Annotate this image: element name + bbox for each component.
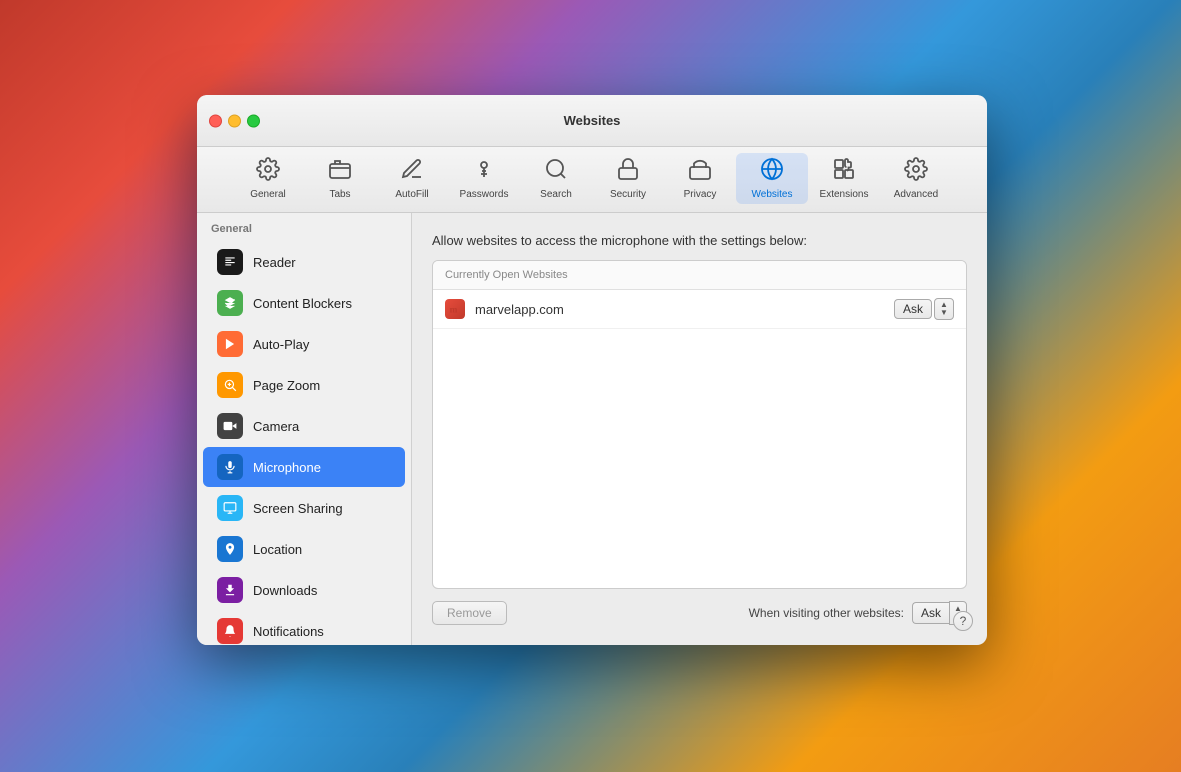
pagezoom-icon (217, 372, 243, 398)
screensharing-icon (217, 495, 243, 521)
website-row[interactable]: m marvelapp.com Ask ▲▼ (433, 290, 966, 329)
sidebar-item-camera[interactable]: Camera (203, 406, 405, 446)
toolbar-label-extensions: Extensions (820, 189, 869, 200)
toolbar-label-search: Search (540, 189, 572, 200)
sidebar-item-label-reader: Reader (253, 255, 296, 270)
microphone-icon (217, 454, 243, 480)
sidebar-item-content-blockers[interactable]: Content Blockers (203, 283, 405, 323)
toolbar-label-passwords: Passwords (460, 189, 509, 200)
main-panel: Allow websites to access the microphone … (412, 213, 987, 645)
websites-box-header: Currently Open Websites (433, 261, 966, 290)
website-ask-value[interactable]: Ask (894, 299, 932, 319)
location-icon (217, 536, 243, 562)
websites-icon (760, 157, 784, 185)
when-visiting-label: When visiting other websites: (749, 606, 904, 620)
sidebar-item-label-auto-play: Auto-Play (253, 337, 309, 352)
website-name: marvelapp.com (475, 302, 884, 317)
main-description: Allow websites to access the microphone … (432, 233, 967, 248)
toolbar-label-tabs: Tabs (329, 189, 350, 200)
website-ask-arrows[interactable]: ▲▼ (934, 298, 954, 320)
website-favicon: m (445, 299, 465, 319)
notifications-icon (217, 618, 243, 644)
sidebar-item-label-microphone: Microphone (253, 460, 321, 475)
sidebar-item-label-notifications: Notifications (253, 624, 324, 639)
svg-text:m: m (450, 305, 458, 315)
when-visiting-value[interactable]: Ask (912, 602, 949, 624)
toolbar-label-advanced: Advanced (894, 189, 938, 200)
tabs-icon (328, 157, 352, 185)
toolbar-label-websites: Websites (752, 189, 793, 200)
autofill-icon (400, 157, 424, 185)
window-title: Websites (564, 113, 621, 128)
toolbar-label-security: Security (610, 189, 646, 200)
close-button[interactable] (209, 114, 222, 127)
sidebar-item-screen-sharing[interactable]: Screen Sharing (203, 488, 405, 528)
sidebar: General Reader Content Blockers (197, 213, 412, 645)
extensions-icon (832, 157, 856, 185)
security-icon (616, 157, 640, 185)
when-visiting-section: When visiting other websites: Ask ▲▼ (749, 601, 967, 625)
toolbar-label-privacy: Privacy (684, 189, 717, 200)
websites-box: Currently Open Websites m marvelapp.com … (432, 260, 967, 589)
sidebar-item-page-zoom[interactable]: Page Zoom (203, 365, 405, 405)
autoplay-icon (217, 331, 243, 357)
titlebar: Websites (197, 95, 987, 147)
help-button[interactable]: ? (953, 611, 973, 631)
website-ask-select[interactable]: Ask ▲▼ (894, 298, 954, 320)
toolbar-item-passwords[interactable]: Passwords (448, 153, 520, 204)
general-icon (256, 157, 280, 185)
sidebar-item-notifications[interactable]: Notifications (203, 611, 405, 645)
traffic-lights (209, 114, 260, 127)
toolbar-item-tabs[interactable]: Tabs (304, 153, 376, 204)
sidebar-item-location[interactable]: Location (203, 529, 405, 569)
toolbar-item-advanced[interactable]: Advanced (880, 153, 952, 204)
search-icon (544, 157, 568, 185)
downloads-icon (217, 577, 243, 603)
sidebar-item-label-screen-sharing: Screen Sharing (253, 501, 343, 516)
toolbar-item-websites[interactable]: Websites (736, 153, 808, 204)
bottom-bar: Remove When visiting other websites: Ask… (432, 601, 967, 625)
sidebar-item-downloads[interactable]: Downloads (203, 570, 405, 610)
minimize-button[interactable] (228, 114, 241, 127)
content-area: General Reader Content Blockers (197, 213, 987, 645)
preferences-window: Websites General Tabs (197, 95, 987, 645)
remove-button[interactable]: Remove (432, 601, 507, 625)
toolbar-label-general: General (250, 189, 286, 200)
sidebar-item-reader[interactable]: Reader (203, 242, 405, 282)
sidebar-section-general: General (197, 213, 411, 241)
sidebar-item-label-content-blockers: Content Blockers (253, 296, 352, 311)
toolbar: General Tabs AutoFill (197, 147, 987, 213)
sidebar-item-label-downloads: Downloads (253, 583, 317, 598)
sidebar-item-label-camera: Camera (253, 419, 299, 434)
camera-icon (217, 413, 243, 439)
privacy-icon (688, 157, 712, 185)
sidebar-item-microphone[interactable]: Microphone (203, 447, 405, 487)
maximize-button[interactable] (247, 114, 260, 127)
toolbar-item-general[interactable]: General (232, 153, 304, 204)
sidebar-item-auto-play[interactable]: Auto-Play (203, 324, 405, 364)
reader-icon (217, 249, 243, 275)
advanced-icon (904, 157, 928, 185)
toolbar-item-privacy[interactable]: Privacy (664, 153, 736, 204)
toolbar-label-autofill: AutoFill (395, 189, 428, 200)
toolbar-item-autofill[interactable]: AutoFill (376, 153, 448, 204)
sidebar-item-label-location: Location (253, 542, 302, 557)
toolbar-item-security[interactable]: Security (592, 153, 664, 204)
toolbar-item-extensions[interactable]: Extensions (808, 153, 880, 204)
passwords-icon (472, 157, 496, 185)
content-blockers-icon (217, 290, 243, 316)
toolbar-item-search[interactable]: Search (520, 153, 592, 204)
sidebar-item-label-page-zoom: Page Zoom (253, 378, 320, 393)
